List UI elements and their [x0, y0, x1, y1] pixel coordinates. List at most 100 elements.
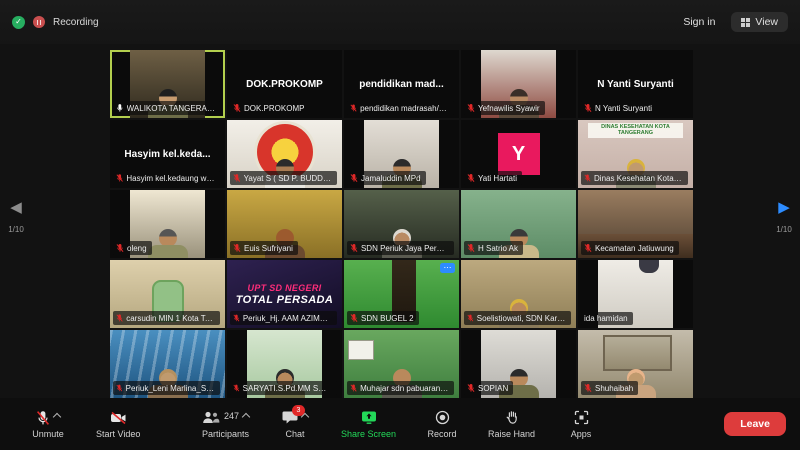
video-tile-carsudin-min-1-kota-tang[interactable]: carsudin MIN 1 Kota Tang...: [110, 260, 225, 328]
participant-name-label: Muhajar sdn pabuaran 1 k...: [347, 381, 454, 395]
mic-muted-icon: [116, 173, 123, 183]
video-tile-periuk-hj-aam-azimah-s[interactable]: UPT SD NEGERITOTAL PERSADAPeriuk_Hj. AAM…: [227, 260, 342, 328]
participant-name-label: SOPIAN: [464, 381, 513, 395]
mic-muted-icon: [467, 313, 474, 323]
participant-name-label: Jamaluddin MPd: [347, 171, 426, 185]
chat-label: Chat: [285, 429, 304, 439]
grid-view-icon: [741, 18, 750, 27]
chevron-up-icon[interactable]: [242, 412, 250, 420]
participant-name-label: oleng: [113, 241, 152, 255]
video-tile-walikota-tangerang[interactable]: WALIKOTA TANGERANG: [110, 50, 225, 118]
video-tile-yefnawilis-syawir[interactable]: Yefnawilis Syawir: [461, 50, 576, 118]
raise-hand-icon: [505, 410, 519, 430]
video-tile-muhajar-sdn-pabuaran-1-k[interactable]: Muhajar sdn pabuaran 1 k...: [344, 330, 459, 398]
video-tile-pendidikan-madrasah-kem[interactable]: pendidikan mad...pendidikan madrasah/kem…: [344, 50, 459, 118]
gallery-pager-left: ◀ 1/10: [4, 200, 28, 234]
participant-name-label: SDN Periuk Jaya Permai: [347, 241, 454, 255]
participant-name-label: Yefnawilis Syawir: [464, 101, 545, 115]
mic-muted-icon: [36, 410, 50, 431]
video-tile-dinas-kesehatan-kota-tan[interactable]: DINAS KESEHATAN KOTA TANGERANGDinas Kese…: [578, 120, 693, 188]
video-tile-sdn-periuk-jaya-permai[interactable]: SDN Periuk Jaya Permai: [344, 190, 459, 258]
mic-muted-icon: [233, 243, 241, 253]
participant-name-label: carsudin MIN 1 Kota Tang...: [113, 311, 220, 325]
share-screen-icon: [361, 410, 377, 430]
share-screen-label: Share Screen: [341, 429, 396, 439]
initial-avatar: Y: [498, 133, 540, 175]
view-button[interactable]: View: [731, 12, 788, 32]
participants-button[interactable]: 247 Participants: [202, 410, 249, 439]
video-tile-sopian[interactable]: SOPIAN: [461, 330, 576, 398]
chevron-up-icon[interactable]: [53, 412, 61, 420]
video-tile-yayat-s-sd-p-buddhi[interactable]: Yayat S ( SD P. BUDDHI ): [227, 120, 342, 188]
raise-hand-label: Raise Hand: [488, 429, 535, 439]
apps-label: Apps: [571, 429, 592, 439]
meeting-toolbar: Unmute Start Video 247: [0, 398, 800, 450]
mic-muted-icon: [350, 243, 358, 253]
mic-muted-icon: [584, 103, 592, 113]
participant-name-label: Yati Hartati: [464, 171, 522, 185]
video-tile-soelistiowati-sdn-karawac[interactable]: Soelistiowati, SDN Karawac...: [461, 260, 576, 328]
mic-muted-icon: [467, 173, 475, 183]
mic-muted-icon: [233, 173, 241, 183]
mic-muted-icon: [467, 383, 475, 393]
video-tile-euis-sufriyani[interactable]: Euis Sufriyani: [227, 190, 342, 258]
video-tile-sdn-bugel-2[interactable]: SDN BUGEL 2: [344, 260, 459, 328]
record-label: Record: [428, 429, 457, 439]
mic-muted-icon: [350, 313, 358, 323]
participant-name-label: DOK.PROKOMP: [230, 101, 309, 115]
next-page-arrow-icon[interactable]: ▶: [772, 200, 796, 215]
participant-name-label: Soelistiowati, SDN Karawac...: [464, 311, 571, 325]
unmute-button[interactable]: Unmute: [28, 410, 68, 439]
video-tile-n-yanti-suryanti[interactable]: N Yanti SuryantiN Yanti Suryanti: [578, 50, 693, 118]
page-indicator-right: 1/10: [772, 225, 796, 234]
unmute-label: Unmute: [32, 429, 64, 439]
video-tile-kecamatan-jatiuwung[interactable]: Kecamatan Jatiuwung: [578, 190, 693, 258]
participant-name-label: Yayat S ( SD P. BUDDHI ): [230, 171, 337, 185]
view-label: View: [755, 16, 778, 28]
video-tile-saryati-s-pd-mm-sdn-bu[interactable]: SARYATI.S.Pd.MM SDN BU...: [227, 330, 342, 398]
participants-count: 247: [224, 411, 239, 421]
raise-hand-button[interactable]: Raise Hand: [488, 410, 535, 439]
mic-muted-icon: [584, 383, 592, 393]
participant-name-label: SARYATI.S.Pd.MM SDN BU...: [230, 381, 337, 395]
video-tile-yati-hartati[interactable]: YYati Hartati: [461, 120, 576, 188]
mic-muted-icon: [584, 243, 592, 253]
chat-button[interactable]: 3 Chat: [275, 410, 315, 439]
start-video-button[interactable]: Start Video: [96, 410, 140, 439]
camera-off-icon: [110, 410, 127, 431]
record-button[interactable]: Record: [422, 410, 462, 439]
video-tile-ida-hamidan[interactable]: ida hamidan: [578, 260, 693, 328]
participant-name-label: H Satrio Ak: [464, 241, 523, 255]
video-tile-h-satrio-ak[interactable]: H Satrio Ak: [461, 190, 576, 258]
participant-name-label: Periuk_Hj. AAM AZIMAH_S...: [230, 311, 337, 325]
background-banner-text: DINAS KESEHATAN KOTA TANGERANG: [588, 123, 682, 138]
mic-muted-icon: [116, 243, 124, 253]
mic-muted-icon: [584, 173, 591, 183]
video-tile-periuk-leni-marlina-sdn-g[interactable]: Periuk_Leni Marlina_SDN G...: [110, 330, 225, 398]
participant-name-label: SDN BUGEL 2: [347, 311, 419, 325]
mic-muted-icon: [116, 383, 123, 393]
apps-icon: [574, 410, 589, 430]
video-tile-hasyim-kel-kedaung-wetan[interactable]: Hasyim kel.keda...Hasyim kel.kedaung wet…: [110, 120, 225, 188]
page-indicator-left: 1/10: [4, 225, 28, 234]
video-tile-shuhaibah[interactable]: Shuhaibah: [578, 330, 693, 398]
sign-in-button[interactable]: Sign in: [677, 12, 721, 32]
video-tile-jamaluddin-mpd[interactable]: Jamaluddin MPd: [344, 120, 459, 188]
participants-icon: [202, 410, 220, 430]
encryption-shield-icon: ✓: [12, 16, 25, 29]
video-tile-oleng[interactable]: oleng: [110, 190, 225, 258]
share-screen-button[interactable]: Share Screen: [341, 410, 396, 439]
leave-button[interactable]: Leave: [724, 412, 786, 436]
participant-name-label: Shuhaibah: [581, 381, 638, 395]
participants-label: Participants: [202, 429, 249, 439]
apps-button[interactable]: Apps: [561, 410, 601, 439]
meeting-window: ✓ Recording Sign in View WALIKOTA TANGER…: [0, 0, 800, 450]
mic-muted-icon: [233, 313, 240, 323]
video-tile-dok-prokomp[interactable]: DOK.PROKOMPDOK.PROKOMP: [227, 50, 342, 118]
video-grid: WALIKOTA TANGERANGDOK.PROKOMPDOK.PROKOMP…: [110, 50, 693, 398]
mic-muted-icon: [116, 313, 123, 323]
recording-indicator: ✓ Recording: [12, 16, 99, 29]
participant-name-label: Periuk_Leni Marlina_SDN G...: [113, 381, 220, 395]
previous-page-arrow-icon[interactable]: ◀: [4, 200, 28, 215]
participant-name-label: Hasyim kel.kedaung wetan: [113, 171, 220, 185]
